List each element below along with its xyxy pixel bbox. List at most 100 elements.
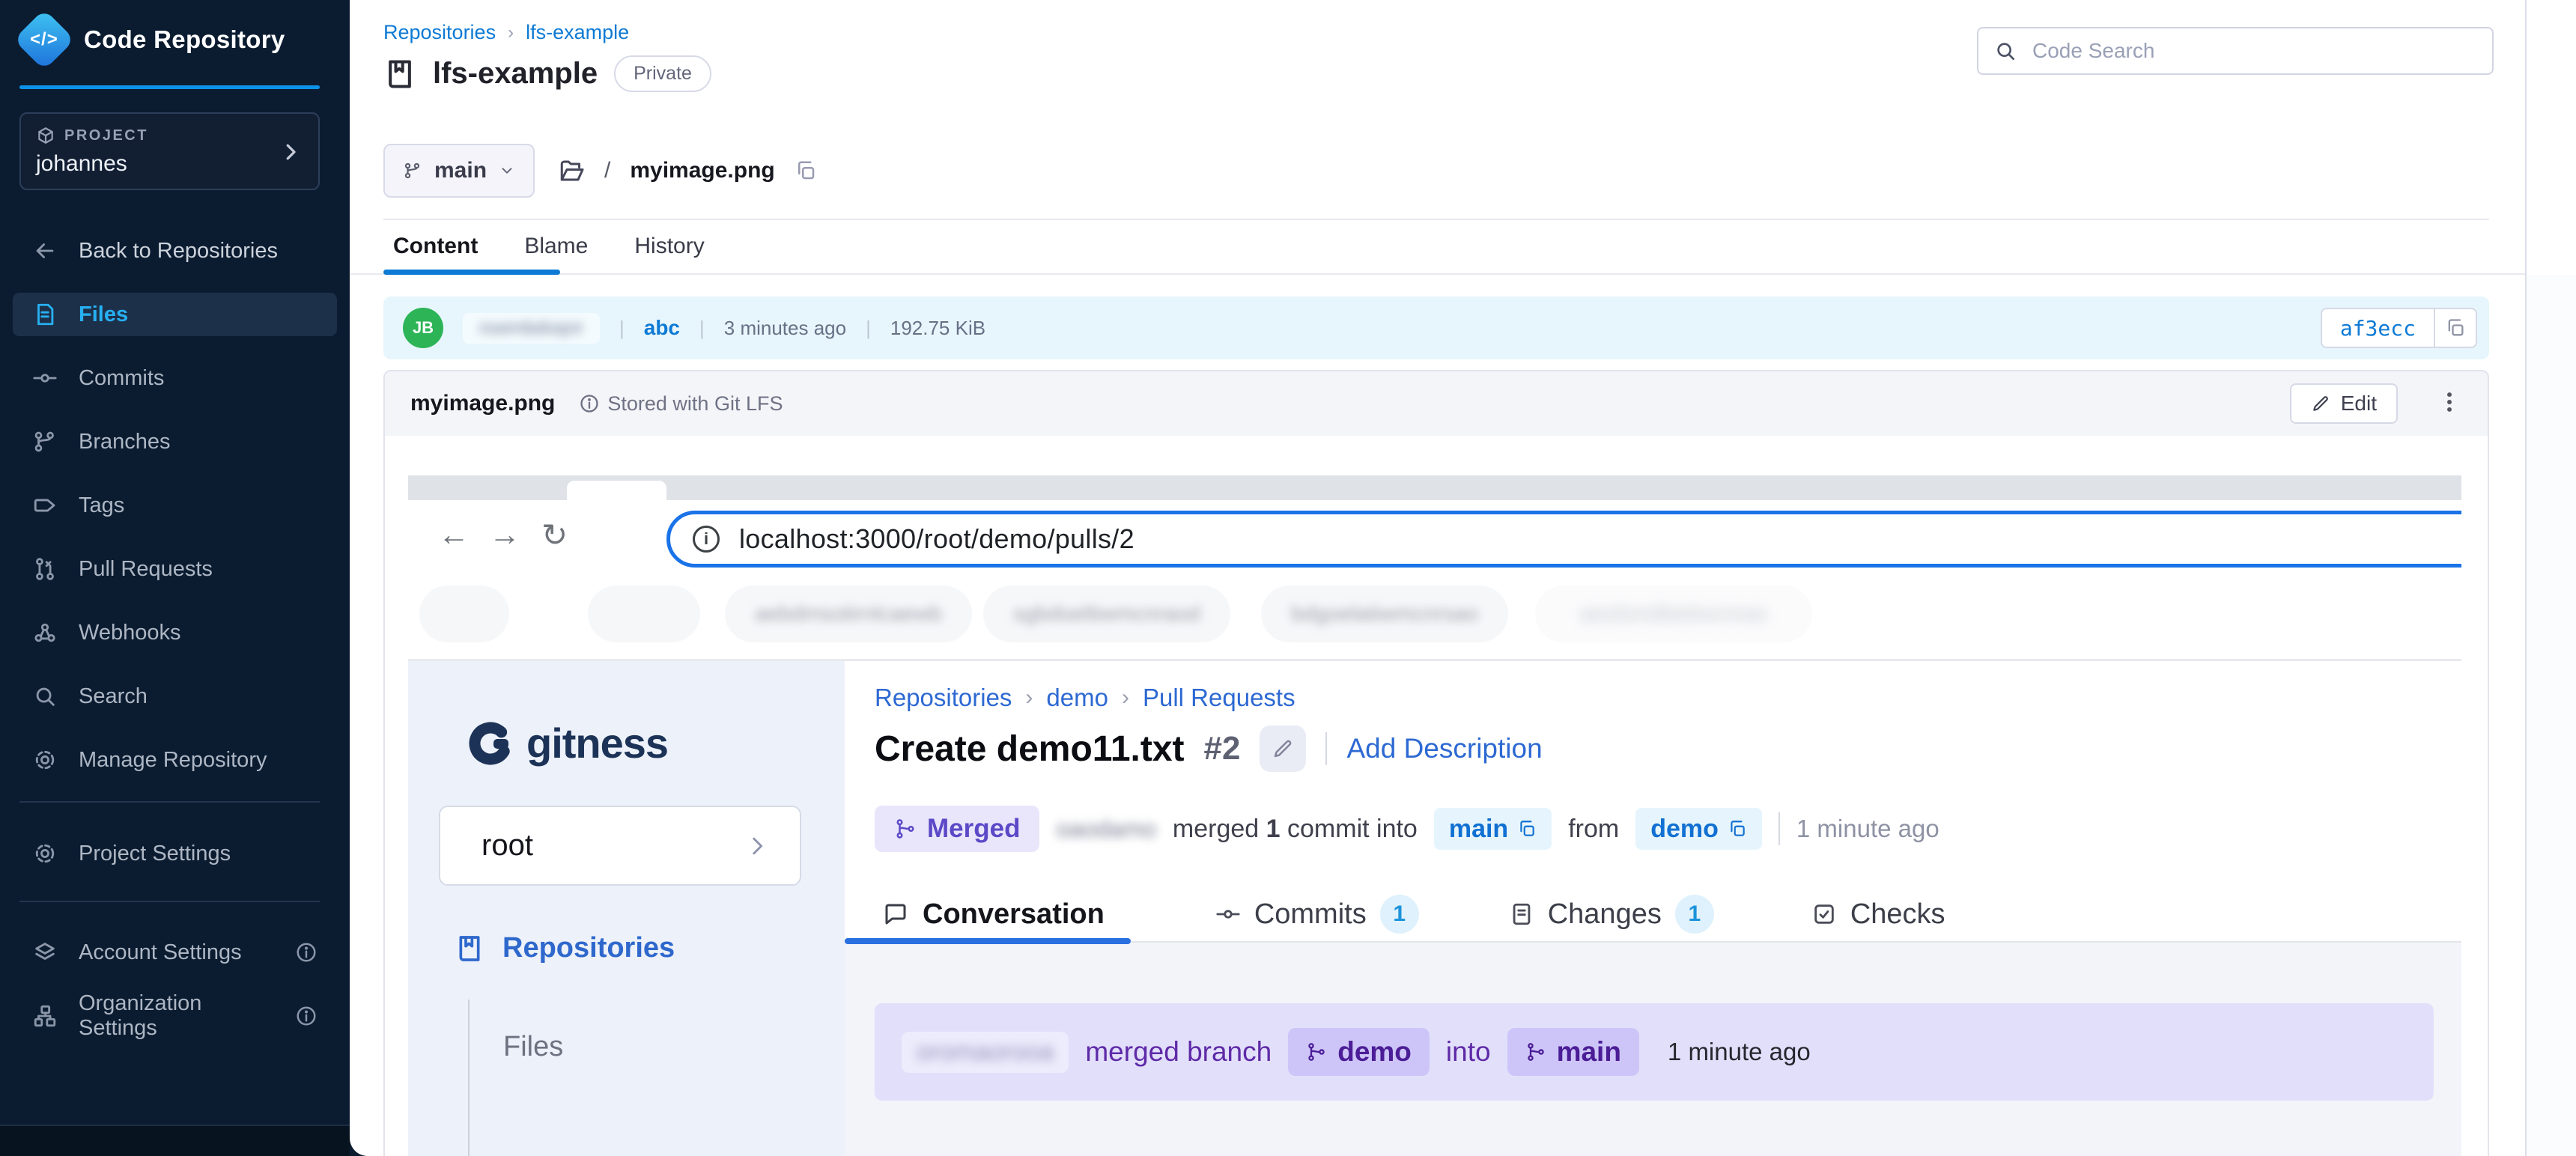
gear-icon — [32, 747, 58, 773]
breadcrumb-repositories[interactable]: Repositories — [383, 21, 496, 44]
layers-icon — [32, 940, 58, 965]
commit-time: 3 minutes ago — [724, 317, 846, 340]
org-chart-icon — [32, 1003, 58, 1029]
tab-history[interactable]: History — [634, 234, 704, 259]
gitness-banner-time: 1 minute ago — [1668, 1038, 1811, 1066]
copy-path-icon[interactable] — [795, 159, 817, 182]
gitness-pr-time: 1 minute ago — [1796, 815, 1939, 843]
gitness-pr-number: #2 — [1204, 730, 1241, 767]
sidebar-item-pull-requests[interactable]: Pull Requests — [13, 547, 337, 591]
repo-book-icon — [383, 58, 416, 91]
avatar[interactable]: JB — [403, 308, 443, 348]
edit-button[interactable]: Edit — [2290, 383, 2398, 424]
gitness-banner-source-chip: demo — [1288, 1028, 1430, 1076]
file-view-name: myimage.png — [410, 391, 555, 416]
commit-message-link[interactable]: abc — [644, 316, 680, 340]
file-icon — [32, 302, 58, 327]
browser-forward-icon: → — [489, 500, 520, 569]
sidebar-nav: Back to Repositories Files Commits Branc… — [13, 229, 337, 802]
sidebar-item-tags[interactable]: Tags — [13, 484, 337, 527]
lfs-note: Stored with Git LFS — [579, 392, 783, 416]
info-icon[interactable] — [295, 1005, 318, 1027]
gitness-pr-title-row: Create demo11.txt #2 Add Description — [875, 725, 1543, 772]
commit-sha-button[interactable]: af3ecc — [2321, 308, 2477, 348]
tab-blame[interactable]: Blame — [524, 234, 588, 259]
pencil-icon — [2311, 394, 2330, 413]
sidebar-item-manage-repository[interactable]: Manage Repository — [13, 738, 337, 782]
sidebar-item-files[interactable]: Files — [13, 293, 337, 336]
bookmark-redacted: aebdmsotirnlcaewb — [725, 585, 972, 642]
more-options-icon[interactable] — [2437, 389, 2462, 419]
folder-icon[interactable] — [558, 157, 585, 184]
gitness-edit-title-button — [1260, 725, 1306, 772]
bookmark-redacted — [588, 585, 700, 642]
active-tab-underline — [383, 270, 560, 275]
sidebar-item-branches[interactable]: Branches — [13, 420, 337, 463]
file-path: / myimage.png — [558, 144, 817, 198]
sidebar-item-search[interactable]: Search — [13, 675, 337, 718]
breadcrumb-separator: › — [508, 22, 514, 43]
repo-title-row: lfs-example Private — [383, 55, 711, 92]
copy-sha-icon[interactable] — [2434, 308, 2476, 348]
gitness-tab-commits: Commits 1 — [1215, 895, 1419, 934]
chevron-right-icon — [279, 141, 302, 163]
commit-icon — [32, 365, 58, 391]
info-icon[interactable] — [295, 941, 318, 964]
code-search — [1977, 27, 2494, 75]
tab-content[interactable]: Content — [393, 234, 478, 259]
app-title: Code Repository — [84, 25, 285, 54]
sidebar-item-commits[interactable]: Commits — [13, 356, 337, 400]
gitness-pr-status-row: Merged oaodamo merged 1 commit into main… — [875, 805, 1939, 853]
sidebar-accent-divider — [19, 85, 320, 89]
gitness-logo: gitness — [467, 719, 668, 767]
file-name: myimage.png — [630, 158, 774, 183]
speech-bubble-icon — [882, 901, 909, 928]
gitness-tab-changes: Changes 1 — [1509, 895, 1714, 934]
sidebar-item-organization-settings[interactable]: Organization Settings — [13, 994, 337, 1038]
scroll-gutter — [2527, 275, 2576, 1156]
commit-sha[interactable]: af3ecc — [2322, 316, 2434, 341]
branch-selector[interactable]: main — [383, 144, 535, 198]
gitness-tab-conversation: Conversation — [882, 898, 1105, 931]
code-search-input[interactable] — [1977, 27, 2494, 75]
sidebar-nav-project: Project Settings — [13, 832, 337, 895]
branch-icon — [32, 429, 58, 454]
sidebar-nav-admin: Account Settings Organization Settings — [13, 931, 337, 1058]
sidebar-item-project-settings[interactable]: Project Settings — [13, 832, 337, 875]
gitness-merged-badge: Merged — [875, 806, 1039, 852]
gitness-main: Repositories › demo › Pull Requests Crea… — [845, 661, 2461, 1156]
branch-name: main — [434, 158, 487, 183]
sidebar-divider — [19, 801, 320, 803]
copy-icon — [1728, 819, 1747, 839]
sidebar-item-webhooks[interactable]: Webhooks — [13, 611, 337, 654]
browser-toolbar: ← → ↻ i localhost:3000/root/demo/pulls/2 — [408, 500, 2461, 569]
gitness-conversation-area: oromaorooa merged branch demo into main … — [845, 943, 2461, 1156]
pull-request-icon — [32, 556, 58, 582]
copy-icon — [1517, 819, 1537, 839]
code-repository-logo-icon: </> — [13, 9, 75, 70]
breadcrumb-repo[interactable]: lfs-example — [526, 21, 629, 44]
gitness-changes-count: 1 — [1675, 895, 1714, 934]
project-name: johannes — [36, 151, 303, 177]
gitness-active-tab-underline — [845, 938, 1131, 944]
commit-author-redacted: nsembdoqnr — [463, 313, 600, 344]
bookmark-redacted: bdgoelatiwmcnrsao — [1261, 585, 1508, 642]
sidebar-item-back-to-repositories[interactable]: Back to Repositories — [13, 229, 337, 273]
gitness-pr-author-redacted: oaodamo — [1056, 815, 1155, 843]
gitness-space-name: root — [482, 829, 533, 863]
gear-icon — [32, 841, 58, 866]
sidebar-item-account-settings[interactable]: Account Settings — [13, 931, 337, 974]
project-label: PROJECT — [64, 127, 148, 144]
chevron-right-icon — [744, 833, 770, 859]
toolbar-divider — [383, 219, 2489, 220]
gitness-sidebar-files: Files — [503, 1031, 563, 1063]
gitness-commits-count: 1 — [1380, 895, 1419, 934]
browser-active-tab — [567, 481, 666, 500]
search-icon — [1993, 39, 2017, 63]
document-icon — [1509, 901, 1534, 927]
search-icon — [32, 684, 58, 709]
file-tabs: Content Blame History — [393, 234, 705, 259]
webhook-icon — [32, 620, 58, 645]
gitness-pr-tabs: Conversation Commits 1 Changes 1 Ch — [845, 886, 2461, 943]
project-selector[interactable]: PROJECT johannes — [19, 112, 320, 190]
